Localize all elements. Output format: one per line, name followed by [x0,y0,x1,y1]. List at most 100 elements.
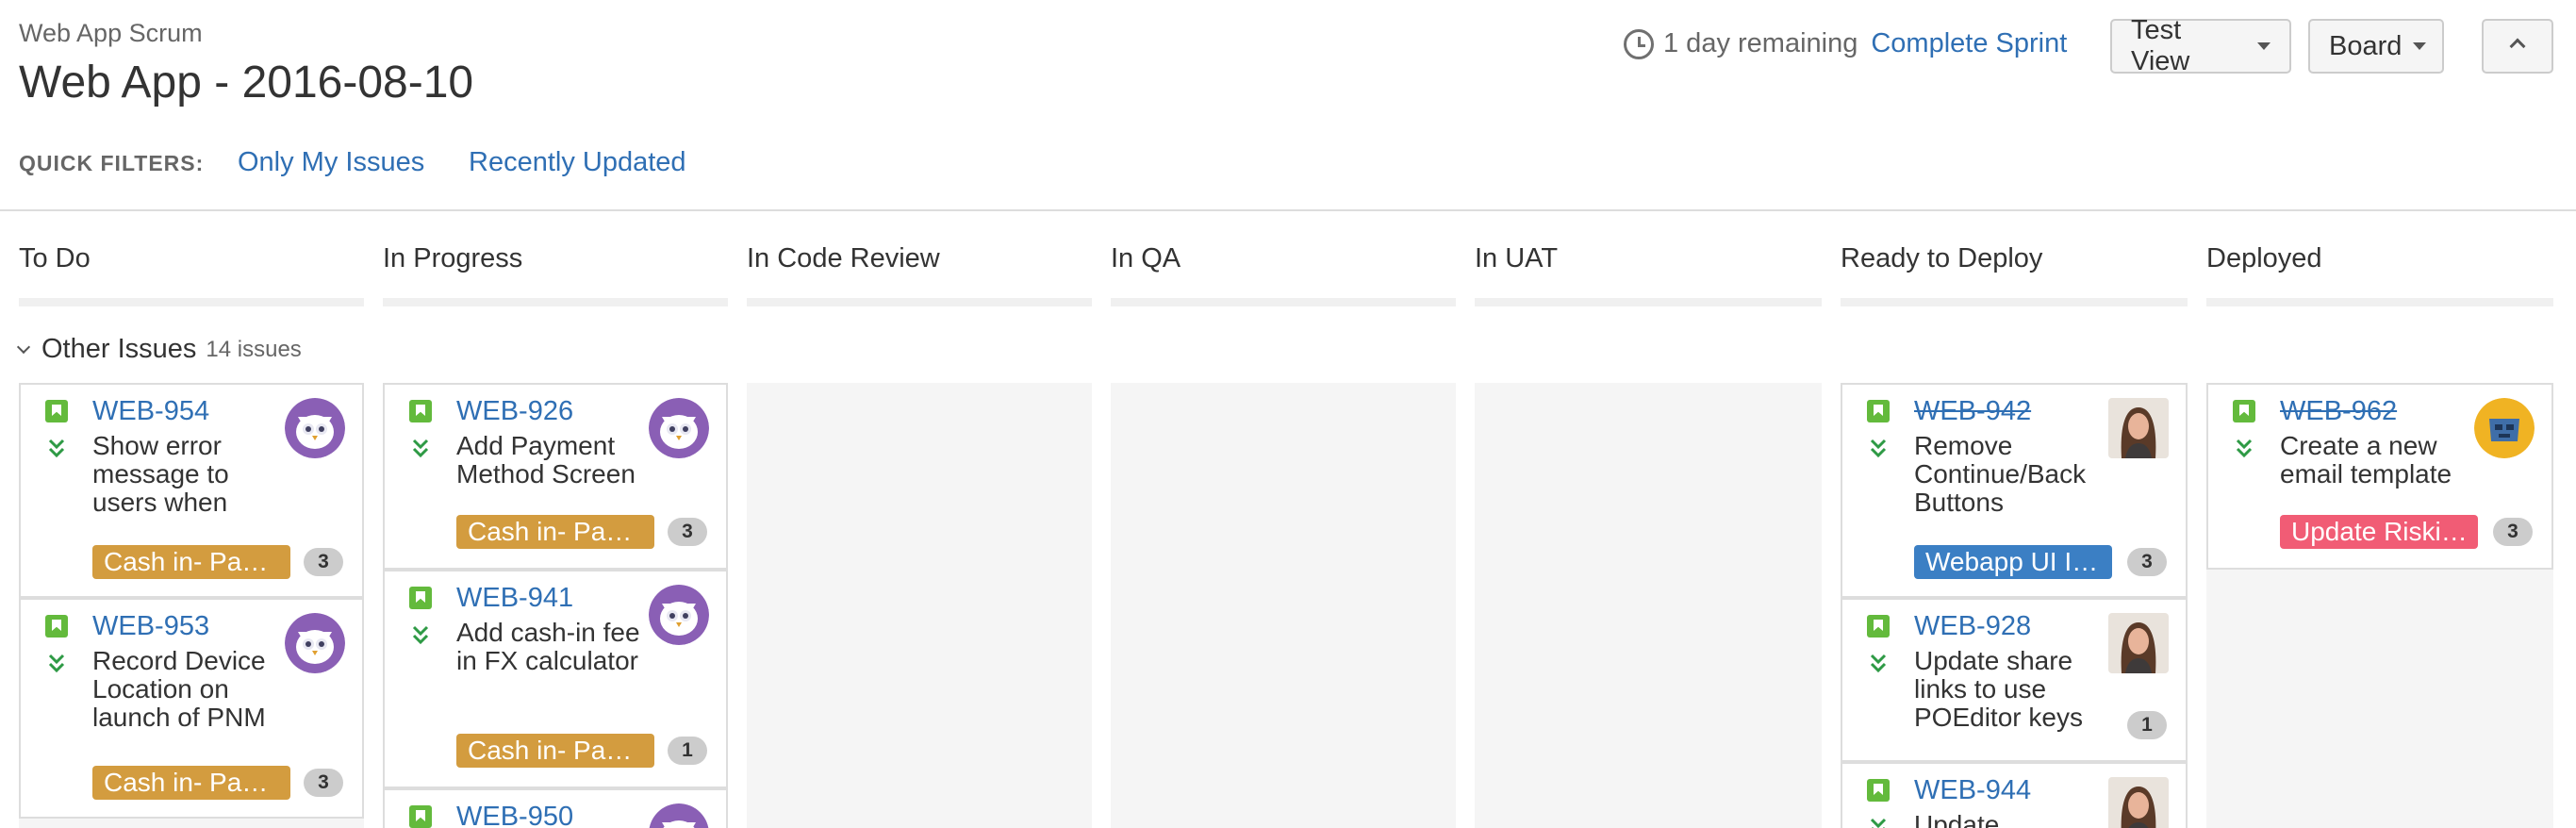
robot-avatar-icon [2474,398,2535,458]
story-points-badge: 1 [2127,711,2167,739]
issue-card[interactable]: WEB-950 [383,788,728,828]
story-points-badge: 3 [668,518,707,546]
woman-avatar-icon [2108,613,2169,673]
issue-key[interactable]: WEB-928 [1914,611,2031,642]
column-bar [1111,298,1456,306]
header-divider [0,209,2576,211]
column-bar [747,298,1092,306]
priority-low-icon [47,438,66,460]
epic-label: Cash in- Pa… [456,734,654,768]
owl-avatar-icon [285,613,345,673]
owl-avatar-icon [649,398,709,458]
story-icon [45,400,68,422]
story-points-badge: 3 [304,548,343,576]
complete-sprint-link[interactable]: Complete Sprint [1871,28,2067,59]
woman-avatar-icon [2108,777,2169,828]
issue-key[interactable]: WEB-944 [1914,775,2031,806]
sprint-info: 1 day remaining Complete Sprint [1624,28,2067,59]
issue-card[interactable]: WEB-954 Show error message to users when… [19,383,364,598]
issue-card[interactable]: WEB-962 Create a new email template Upda… [2206,383,2553,570]
column-header-in-code-review: In Code Review [747,243,940,273]
clock-icon [1624,28,1654,59]
issue-card[interactable]: WEB-941 Add cash-in fee in FX calculator… [383,570,728,788]
issue-key[interactable]: WEB-954 [92,396,209,427]
priority-low-icon [411,438,430,460]
remaining-time: 1 day remaining [1663,28,1858,58]
owl-avatar-icon [285,398,345,458]
column-bar [1475,298,1822,306]
issue-card[interactable]: WEB-942 Remove Continue/Back Buttons Web… [1841,383,2188,598]
priority-low-icon [2235,438,2254,460]
issue-summary: Remove Continue/Back Buttons [1914,431,2087,517]
epic-label: Cash in- Pa… [92,545,290,579]
column-bar [383,298,728,306]
issue-card[interactable]: WEB-928 Update share links to use POEdit… [1841,598,2188,762]
story-icon [409,400,432,422]
swimlane-label: Other Issues [41,334,197,364]
epic-label: Cash in- Pa… [456,515,654,549]
filter-only-my-issues[interactable]: Only My Issues [238,147,424,178]
sprint-title: Web App - 2016-08-10 [19,58,474,108]
quick-filters-label: QUICK FILTERS: [19,151,205,175]
issue-key[interactable]: WEB-962 [2280,396,2397,427]
story-points-badge: 1 [668,737,707,765]
story-icon [1867,400,1890,422]
issue-summary: Create a new email template [2280,431,2452,489]
story-points-badge: 3 [2127,548,2167,576]
swimlane-count: 14 issues [206,336,302,362]
column-in-qa [1111,383,1456,828]
board-dropdown-button[interactable]: Board [2308,19,2444,74]
epic-label: Cash in- Pa… [92,766,290,800]
epic-label: Update Riski… [2280,515,2478,549]
column-bar [1841,298,2188,306]
column-header-deployed: Deployed [2206,243,2322,273]
story-points-badge: 3 [2493,518,2533,546]
column-header-in-progress: In Progress [383,243,523,273]
priority-low-icon [1869,817,1888,828]
view-dropdown-button[interactable]: Test View [2110,15,2291,76]
issue-summary: Record Device Location on launch of PNM [92,646,266,732]
board-name: Web App Scrum [19,19,203,47]
issue-summary: Add cash-in fee in FX calculator [456,618,640,675]
issue-card[interactable]: WEB-953 Record Device Location on launch… [19,598,364,819]
story-icon [1867,615,1890,638]
column-header-in-qa: In QA [1111,243,1181,273]
column-bar [19,298,364,306]
issue-key[interactable]: WEB-953 [92,611,209,642]
story-icon [409,805,432,828]
column-bar [2206,298,2553,306]
issue-summary: Add Payment Method Screen [456,431,636,489]
woman-avatar-icon [2108,398,2169,458]
issue-key[interactable]: WEB-941 [456,583,573,614]
column-header-in-uat: In UAT [1475,243,1559,273]
issue-key[interactable]: WEB-950 [456,802,573,828]
issue-summary: Show error message to users when [92,431,229,517]
story-icon [409,587,432,609]
story-points-badge: 3 [304,769,343,797]
story-icon [1867,779,1890,802]
story-icon [2233,400,2255,422]
filter-recently-updated[interactable]: Recently Updated [469,147,686,178]
chevron-down-icon [16,339,31,354]
swimlane-other-issues[interactable]: Other Issues 14 issues [16,334,302,365]
issue-summary: Update share links to use POEditor keys [1914,646,2083,732]
owl-avatar-icon [649,585,709,645]
board-dropdown-label: Board [2329,30,2403,61]
column-in-code-review [747,383,1092,828]
chevron-up-icon [2509,38,2526,55]
priority-low-icon [1869,438,1888,460]
issue-key[interactable]: WEB-926 [456,396,573,427]
collapse-header-button[interactable] [2482,19,2553,74]
issue-key[interactable]: WEB-942 [1914,396,2031,427]
issue-card[interactable]: WEB-926 Add Payment Method Screen Cash i… [383,383,728,570]
view-dropdown-label: Test View [2131,15,2190,76]
story-icon [45,615,68,638]
caret-down-icon [2257,42,2271,50]
caret-down-icon [2413,42,2427,50]
priority-low-icon [1869,653,1888,675]
column-header-todo: To Do [19,243,91,273]
epic-label: Webapp UI I… [1914,545,2112,579]
column-header-ready-to-deploy: Ready to Deploy [1841,243,2043,273]
issue-card[interactable]: WEB-944 Update [1841,762,2188,828]
column-in-uat [1475,383,1822,828]
